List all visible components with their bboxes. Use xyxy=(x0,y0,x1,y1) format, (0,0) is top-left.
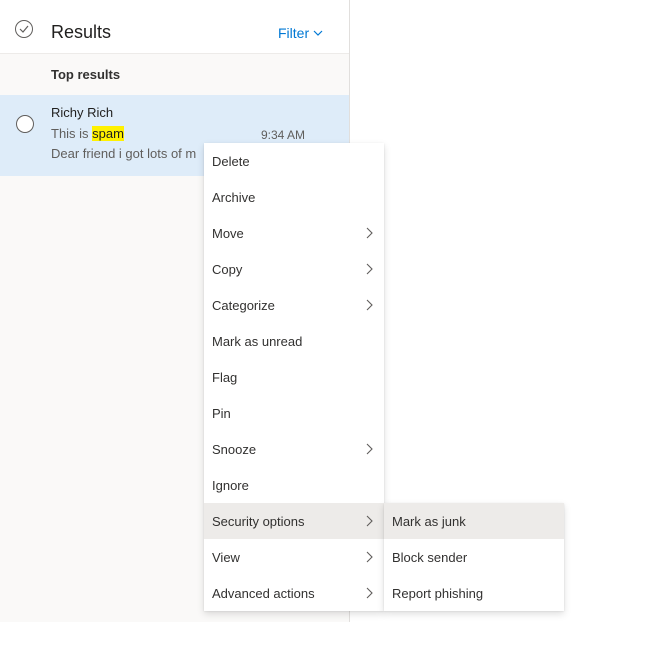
menu-item-move[interactable]: Move xyxy=(204,215,384,251)
menu-item-label: Copy xyxy=(212,261,243,277)
chevron-right-icon xyxy=(366,443,373,455)
chevron-right-icon xyxy=(366,587,373,599)
filter-label: Filter xyxy=(278,25,310,41)
menu-item-label: Mark as unread xyxy=(212,333,303,349)
checkmark-icon xyxy=(19,25,29,33)
menu-item-snooze[interactable]: Snooze xyxy=(204,431,384,467)
menu-item-flag[interactable]: Flag xyxy=(204,359,384,395)
message-subject: This is spam xyxy=(51,126,124,141)
submenu-item-report-phishing[interactable]: Report phishing xyxy=(384,575,564,611)
submenu-item-mark-as-junk[interactable]: Mark as junk xyxy=(384,503,564,539)
menu-item-label: Advanced actions xyxy=(212,585,315,601)
submenu-item-label: Report phishing xyxy=(392,585,484,601)
menu-item-ignore[interactable]: Ignore xyxy=(204,467,384,503)
chevron-right-icon xyxy=(366,515,373,527)
chevron-right-icon xyxy=(366,299,373,311)
subject-highlight: spam xyxy=(92,126,124,141)
page-title: Results xyxy=(51,22,112,42)
menu-item-archive[interactable]: Archive xyxy=(204,179,384,215)
menu-item-label: Pin xyxy=(212,405,231,421)
menu-item-label: Categorize xyxy=(212,297,275,313)
security-options-submenu: Mark as junk Block sender Report phishin… xyxy=(384,503,564,611)
chevron-down-icon xyxy=(313,30,323,36)
chevron-right-icon xyxy=(366,263,373,275)
menu-item-security-options[interactable]: Security options xyxy=(204,503,384,539)
menu-item-label: Flag xyxy=(212,369,238,385)
section-label: Top results xyxy=(51,67,121,82)
filter-button[interactable]: Filter xyxy=(278,25,323,41)
message-select-radio[interactable] xyxy=(16,115,34,133)
menu-item-label: Archive xyxy=(212,189,256,205)
menu-item-label: Snooze xyxy=(212,441,257,457)
menu-item-view[interactable]: View xyxy=(204,539,384,575)
context-menu: Delete Archive Move Copy Categorize Mark… xyxy=(204,143,384,611)
submenu-item-block-sender[interactable]: Block sender xyxy=(384,539,564,575)
subject-prefix: This is xyxy=(51,126,93,141)
message-preview: Dear friend i got lots of m xyxy=(51,146,197,161)
menu-item-advanced-actions[interactable]: Advanced actions xyxy=(204,575,384,611)
menu-item-label: View xyxy=(212,549,240,565)
results-header: Results Filter xyxy=(0,0,349,54)
submenu-item-label: Mark as junk xyxy=(392,513,466,529)
menu-item-label: Ignore xyxy=(212,477,249,493)
menu-item-categorize[interactable]: Categorize xyxy=(204,287,384,323)
submenu-item-label: Block sender xyxy=(392,549,468,565)
menu-item-label: Security options xyxy=(212,513,305,529)
menu-item-label: Move xyxy=(212,225,244,241)
select-all-checkbox[interactable] xyxy=(15,20,33,38)
chevron-right-icon xyxy=(366,227,373,239)
chevron-right-icon xyxy=(366,551,373,563)
menu-item-copy[interactable]: Copy xyxy=(204,251,384,287)
menu-item-mark-unread[interactable]: Mark as unread xyxy=(204,323,384,359)
menu-item-label: Delete xyxy=(212,153,250,169)
menu-item-pin[interactable]: Pin xyxy=(204,395,384,431)
menu-item-delete[interactable]: Delete xyxy=(204,143,384,179)
message-time: 9:34 AM xyxy=(260,128,305,142)
message-sender: Richy Rich xyxy=(51,105,114,120)
